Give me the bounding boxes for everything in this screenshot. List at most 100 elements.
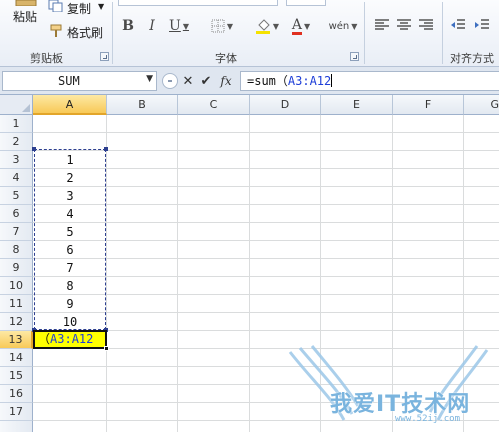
cell-a6[interactable]: 4 (34, 205, 106, 223)
cell-a10[interactable]: 8 (34, 277, 106, 295)
row-header[interactable]: 14 (0, 349, 33, 367)
formula-bar: SUM ▼ ✕ ✔ fx =sum（A3:A12 (0, 67, 499, 95)
paste-icon[interactable] (14, 0, 38, 6)
column-header-f[interactable]: F (393, 95, 464, 115)
underline-button[interactable]: U ▼ (166, 16, 192, 36)
cell-a8[interactable]: 6 (34, 241, 106, 259)
row-header[interactable]: 5 (0, 187, 33, 205)
column-header-a[interactable]: A (33, 95, 107, 115)
select-all-button[interactable] (0, 95, 33, 115)
column-header-c[interactable]: C (178, 95, 250, 115)
row-header[interactable]: 6 (0, 205, 33, 223)
row-header[interactable]: 12 (0, 313, 33, 331)
font-color-glyph: A (291, 16, 302, 35)
formula-input[interactable]: =sum（A3:A12 (240, 71, 499, 91)
cell-a12[interactable]: 10 (34, 313, 106, 331)
gridline (106, 115, 107, 432)
chevron-down-icon: ▼ (182, 21, 189, 31)
insert-function-icon[interactable]: fx (217, 71, 235, 91)
gridline (249, 115, 250, 432)
row-header[interactable]: 7 (0, 223, 33, 241)
align-right-icon[interactable] (418, 17, 434, 33)
group-separator (442, 2, 443, 64)
column-header-e[interactable]: E (321, 95, 393, 115)
font-size-box[interactable] (286, 0, 326, 6)
row-header[interactable] (0, 421, 33, 432)
decrease-indent-icon[interactable] (450, 17, 466, 33)
formula-prefix: =sum（ (247, 74, 288, 88)
row-header[interactable]: 9 (0, 259, 33, 277)
bold-glyph: B (122, 18, 134, 34)
gridline (177, 115, 178, 432)
align-center-icon[interactable] (396, 17, 412, 33)
resize-dots-icon (168, 80, 172, 82)
watermark-url: www.52ij.com (395, 414, 461, 424)
row-header[interactable]: 15 (0, 367, 33, 385)
row-header[interactable]: 8 (0, 241, 33, 259)
borders-icon (211, 19, 225, 33)
italic-glyph: I (149, 18, 155, 34)
paste-button[interactable]: 粘贴 (13, 8, 37, 25)
italic-button[interactable]: I (142, 16, 162, 36)
column-header-d[interactable]: D (250, 95, 321, 115)
row-header[interactable]: 1 (0, 115, 33, 133)
group-separator (112, 2, 113, 64)
enter-icon[interactable]: ✔ (199, 71, 213, 91)
phonetic-glyph: wén (328, 20, 350, 32)
active-cell-a13[interactable]: （A3:A12 (33, 330, 107, 349)
format-painter-icon (48, 24, 64, 38)
column-header-b[interactable]: B (107, 95, 178, 115)
fill-bucket-icon (255, 19, 270, 34)
fill-color-button[interactable]: ▼ (252, 16, 282, 36)
name-box-resize-handle[interactable] (162, 73, 178, 89)
chevron-down-icon: ▼ (226, 21, 234, 31)
cell-a9[interactable]: 7 (34, 259, 106, 277)
font-launcher-icon[interactable] (350, 52, 359, 61)
fill-handle[interactable] (104, 346, 109, 351)
clipboard-launcher-icon[interactable] (100, 52, 109, 61)
format-painter-button[interactable]: 格式刷 (67, 24, 103, 41)
chevron-down-icon: ▼ (272, 21, 280, 31)
text-caret (331, 74, 333, 87)
column-header-g[interactable]: G (464, 95, 499, 115)
align-left-icon[interactable] (374, 17, 390, 33)
group-separator (364, 2, 365, 64)
formula-reference: A3:A12 (287, 74, 332, 88)
chevron-down-icon: ▼ (303, 21, 311, 31)
alignment-group-label: 对齐方式 (450, 52, 494, 65)
row-header-active[interactable]: 13 (0, 331, 33, 349)
chevron-down-icon: ▼ (351, 21, 358, 31)
ribbon: 粘贴 复制 ▼ 格式刷 剪贴板 B I U▼ ▼ ▼ A ▼ wén ▼ 字体 (0, 0, 499, 67)
underline-glyph: U (169, 18, 181, 34)
row-header[interactable]: 3 (0, 151, 33, 169)
font-group-label: 字体 (215, 52, 237, 65)
bold-button[interactable]: B (118, 16, 138, 36)
cell-a11[interactable]: 9 (34, 295, 106, 313)
borders-button[interactable]: ▼ (208, 16, 236, 36)
name-box[interactable]: SUM ▼ (2, 71, 157, 91)
row-header[interactable]: 16 (0, 385, 33, 403)
cell-a3[interactable]: 1 (34, 151, 106, 169)
phonetic-button[interactable]: wén ▼ (326, 16, 360, 36)
row-header[interactable]: 17 (0, 403, 33, 421)
gridline (33, 132, 499, 133)
cell-a5[interactable]: 3 (34, 187, 106, 205)
copy-dropdown-icon[interactable]: ▼ (98, 2, 104, 11)
row-header[interactable]: 2 (0, 133, 33, 151)
row-header[interactable]: 4 (0, 169, 33, 187)
font-color-button[interactable]: A ▼ (288, 16, 314, 36)
chevron-down-icon[interactable]: ▼ (146, 74, 153, 84)
row-header[interactable]: 10 (0, 277, 33, 295)
increase-indent-icon[interactable] (474, 17, 490, 33)
cancel-icon[interactable]: ✕ (181, 71, 195, 91)
copy-button[interactable]: 复制 (67, 0, 91, 17)
cell-a4[interactable]: 2 (34, 169, 106, 187)
row-header[interactable]: 11 (0, 295, 33, 313)
cell-a7[interactable]: 5 (34, 223, 106, 241)
copy-icon (48, 0, 64, 12)
font-name-box[interactable] (118, 0, 278, 6)
active-cell-reference: A3:A12 (50, 332, 94, 346)
name-box-value: SUM (58, 74, 80, 88)
active-cell-prefix: （ (38, 332, 51, 346)
clipboard-group-label: 剪贴板 (30, 52, 63, 65)
